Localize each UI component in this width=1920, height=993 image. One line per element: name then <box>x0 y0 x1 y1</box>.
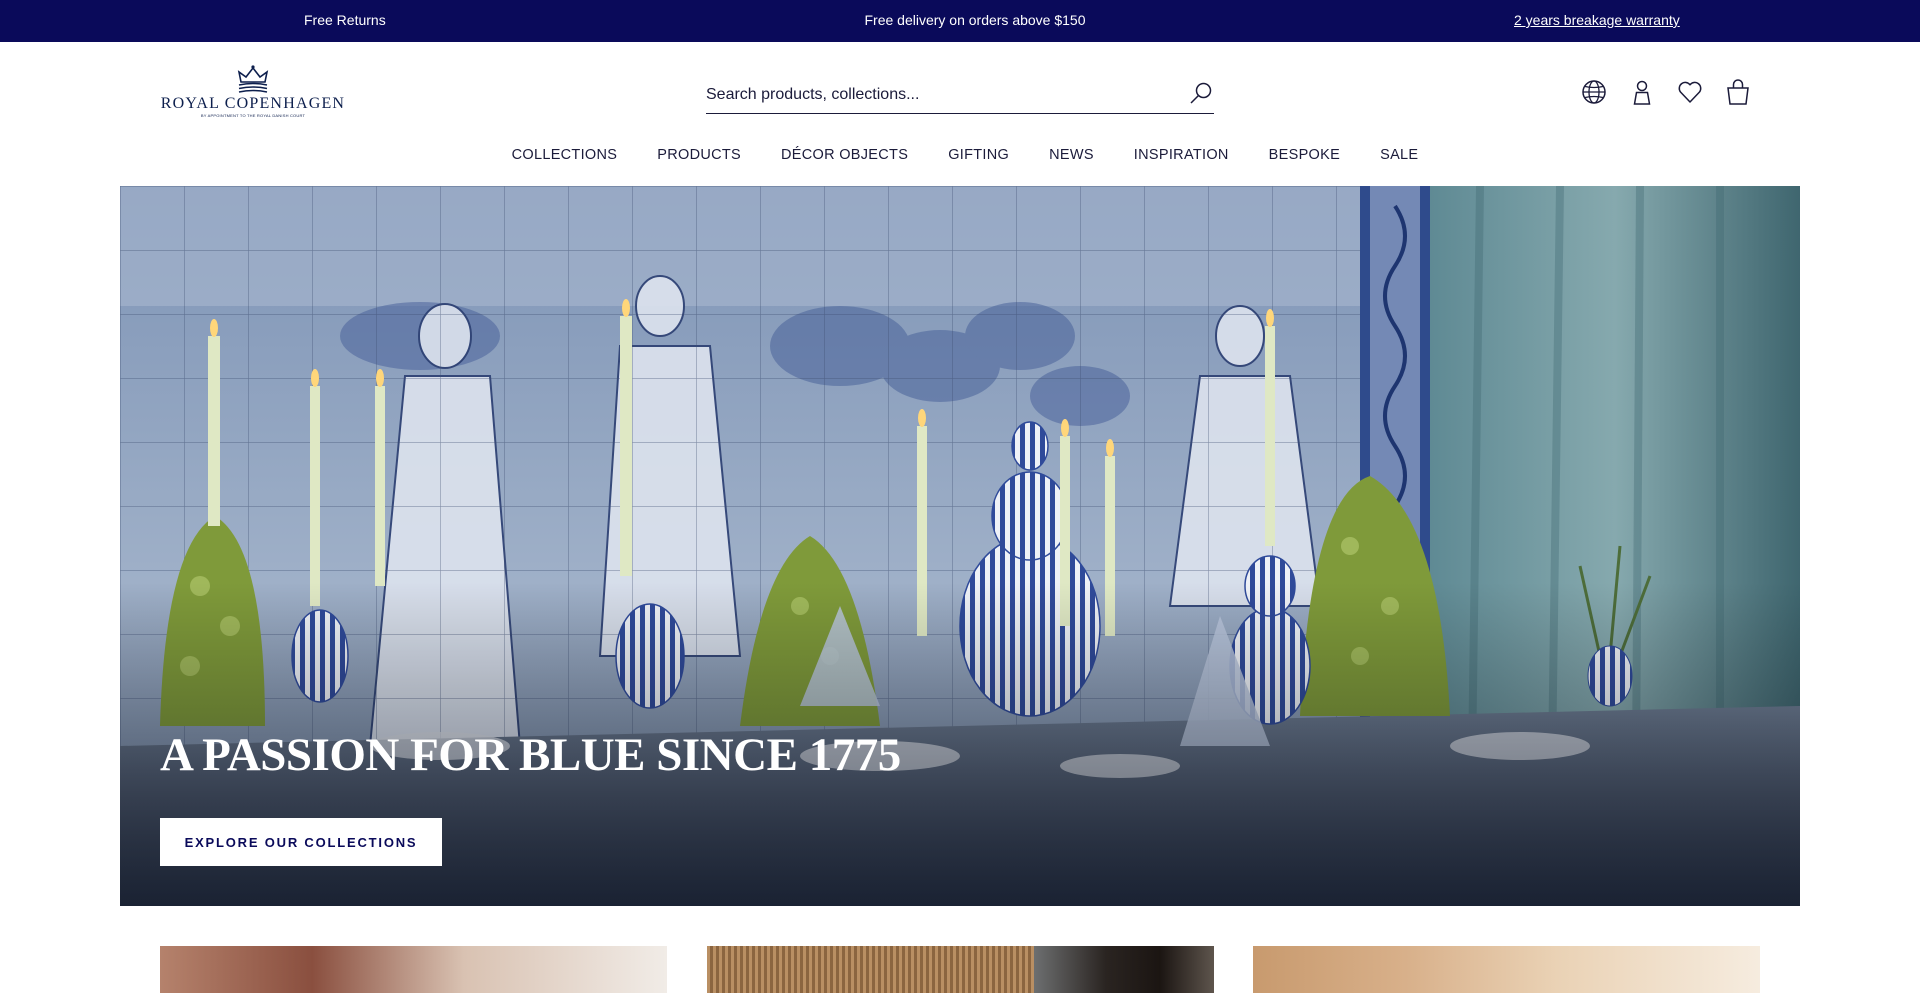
search-input[interactable] <box>706 82 1166 108</box>
tile-image-detail <box>1034 946 1214 993</box>
hero-image <box>120 186 1800 906</box>
nav-inspiration[interactable]: INSPIRATION <box>1134 147 1229 169</box>
hero-title: A PASSION FOR BLUE SINCE 1775 <box>160 729 901 781</box>
collection-tile-3[interactable] <box>1253 946 1760 993</box>
nav-products[interactable]: PRODUCTS <box>657 147 741 169</box>
hero-banner: A PASSION FOR BLUE SINCE 1775 EXPLORE OU… <box>120 186 1800 906</box>
announcement-bar: Free Returns Free delivery on orders abo… <box>0 0 1920 42</box>
nav-bespoke[interactable]: BESPOKE <box>1269 147 1340 169</box>
nav-collections[interactable]: COLLECTIONS <box>512 147 618 169</box>
warranty-link[interactable]: 2 years breakage warranty <box>1514 12 1680 28</box>
nav-sale[interactable]: SALE <box>1380 147 1418 169</box>
globe-icon[interactable] <box>1580 78 1608 106</box>
search-icon[interactable] <box>1188 80 1214 106</box>
nav-decor-objects[interactable]: DÉCOR OBJECTS <box>781 147 908 169</box>
search-bar <box>706 78 1214 114</box>
brand-logo[interactable]: ROYAL COPENHAGEN BY APPOINTMENT TO THE R… <box>160 64 346 124</box>
heart-icon[interactable] <box>1676 78 1704 106</box>
account-icon[interactable] <box>1628 78 1656 106</box>
collection-tile-1[interactable] <box>160 946 667 993</box>
logo-subtitle: BY APPOINTMENT TO THE ROYAL DANISH COURT <box>200 113 306 118</box>
explore-collections-button[interactable]: EXPLORE OUR COLLECTIONS <box>160 818 442 866</box>
main-navigation: COLLECTIONS PRODUCTS DÉCOR OBJECTS GIFTI… <box>0 147 1920 169</box>
nav-gifting[interactable]: GIFTING <box>948 147 1009 169</box>
collection-tile-2[interactable] <box>707 946 1214 993</box>
logo-wordmark: ROYAL COPENHAGEN <box>160 95 346 112</box>
bag-icon[interactable] <box>1724 78 1752 106</box>
crown-icon <box>237 65 269 93</box>
nav-news[interactable]: NEWS <box>1049 147 1094 169</box>
